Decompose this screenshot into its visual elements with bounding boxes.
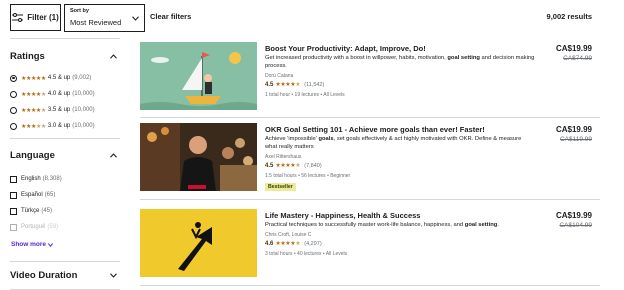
- star-rating-icon: ★★★★★: [275, 82, 301, 88]
- section-divider: [10, 38, 120, 39]
- star-rating-icon: ★★★★★: [275, 241, 301, 247]
- course-thumbnail: [140, 123, 257, 191]
- filter-sidebar: Ratings ★★★★★ 4.5 & up (9,002) ★★★★★ 4.0 & u…: [10, 38, 120, 290]
- course-instructor: Axel Rittershaus: [265, 154, 302, 160]
- course-description: Get increased productivity with a boost …: [265, 55, 535, 69]
- rating-option-label: 4.5 & up: [47, 75, 71, 81]
- rating-option-count: (9,002): [72, 75, 92, 81]
- checkbox[interactable]: [10, 175, 17, 183]
- course-card[interactable]: Life Mastery - Happiness, Health & Succe…: [140, 209, 600, 277]
- course-original-price: CA$74.99: [563, 55, 592, 62]
- rating-option[interactable]: ★★★★★ 4.5 & up (9,002): [10, 73, 91, 83]
- star-rating-icon: ★★★★★: [275, 163, 301, 169]
- filter-button[interactable]: Filter (1): [10, 4, 61, 31]
- chevron-up-icon[interactable]: [110, 153, 117, 158]
- filter-sliders-icon: [12, 13, 24, 22]
- rating-option[interactable]: ★★★★★ 3.5 & up (10,000): [10, 105, 95, 115]
- course-rating: 4.5 ★★★★★ (11,542): [265, 81, 325, 89]
- video-duration-section-title[interactable]: Video Duration: [10, 270, 77, 281]
- course-card[interactable]: Boost Your Productivity: Adapt, Improve,…: [140, 42, 600, 110]
- course-description: Achieve 'impossible' goals, set goals ef…: [265, 136, 522, 150]
- bestseller-badge: Bestseller: [265, 183, 296, 191]
- clear-filters-link[interactable]: Clear filters: [150, 12, 191, 21]
- language-option-label: English: [21, 176, 41, 182]
- rating-option-label: 3.0 & up: [47, 123, 71, 129]
- language-option[interactable]: Türkçe (45): [10, 206, 52, 216]
- star-rating-icon: ★★★★★: [21, 123, 46, 130]
- course-card[interactable]: OKR Goal Setting 101 - Achieve more goal…: [140, 123, 600, 191]
- chevron-down-icon[interactable]: [110, 273, 117, 278]
- ratings-section-title[interactable]: Ratings: [10, 51, 45, 62]
- course-title[interactable]: Boost Your Productivity: Adapt, Improve,…: [265, 44, 535, 54]
- course-meta: 1 total hour • 19 lectures • All Levels: [265, 92, 345, 98]
- chevron-down-icon: [48, 242, 54, 247]
- rating-option-count: (10,000): [72, 91, 95, 97]
- list-divider: [140, 199, 600, 200]
- course-instructor: Dorú Catana: [265, 73, 294, 79]
- language-option[interactable]: Portuguê (59): [10, 222, 58, 232]
- radio-button[interactable]: [10, 106, 17, 114]
- sort-select-label: Sort by: [70, 8, 89, 14]
- radio-button[interactable]: [10, 122, 17, 130]
- radio-button[interactable]: [10, 90, 17, 98]
- language-option-label: Portuguê: [21, 224, 46, 230]
- rating-option-count: (10,000): [72, 123, 95, 129]
- checkbox[interactable]: [10, 191, 17, 199]
- checkbox[interactable]: [10, 207, 17, 215]
- section-divider: [10, 261, 120, 262]
- star-rating-icon: ★★★★★: [21, 107, 46, 114]
- chevron-up-icon[interactable]: [110, 54, 117, 59]
- language-option-count: (65): [44, 192, 56, 198]
- course-price: CA$19.99: [555, 44, 592, 53]
- course-original-price: CA$119.99: [559, 136, 592, 143]
- rating-option-label: 4.0 & up: [47, 91, 71, 97]
- filter-button-label: Filter (1): [27, 13, 59, 22]
- top-toolbar: Filter (1) Sort by Most Reviewed Clear f…: [0, 0, 624, 38]
- section-divider: [10, 138, 120, 139]
- course-meta: 1.5 total hours • 56 lectures • Beginner: [265, 173, 351, 179]
- rating-option-label: 3.5 & up: [47, 107, 71, 113]
- language-option-count: (59): [47, 224, 59, 230]
- rating-option[interactable]: ★★★★★ 4.0 & up (10,000): [10, 89, 95, 99]
- radio-button[interactable]: [10, 74, 17, 82]
- star-rating-icon: ★★★★★: [21, 91, 46, 98]
- course-title[interactable]: Life Mastery - Happiness, Health & Succe…: [265, 211, 535, 221]
- language-section-title[interactable]: Language: [10, 150, 55, 161]
- course-thumbnail: [140, 209, 257, 277]
- language-option[interactable]: English (8,308): [10, 174, 62, 184]
- show-more-label: Show more: [11, 241, 47, 248]
- language-option-count: (45): [41, 208, 53, 214]
- course-description: Practical techniques to successfully mas…: [265, 222, 499, 228]
- course-price: CA$19.99: [555, 211, 592, 220]
- course-thumbnail: [140, 42, 257, 110]
- list-divider: [140, 285, 600, 286]
- results-count: 9,002 results: [546, 12, 592, 21]
- course-rating: 4.6 ★★★★★ (4,297): [265, 240, 322, 248]
- show-more-button[interactable]: Show more: [11, 241, 54, 248]
- rating-option[interactable]: ★★★★★ 3.0 & up (10,000): [10, 121, 95, 131]
- star-rating-icon: ★★★★★: [21, 75, 46, 82]
- language-option[interactable]: Español (65): [10, 190, 55, 200]
- language-option-count: (8,308): [42, 176, 62, 182]
- course-rating: 4.5 ★★★★★ (7,840): [265, 162, 322, 170]
- chevron-down-icon: [132, 16, 139, 21]
- sort-select-value: Most Reviewed: [70, 18, 122, 27]
- rating-option-count: (10,000): [72, 107, 95, 113]
- language-option-label: Español: [21, 192, 43, 198]
- course-title[interactable]: OKR Goal Setting 101 - Achieve more goal…: [265, 125, 535, 135]
- course-price: CA$19.99: [555, 125, 592, 134]
- language-option-label: Türkçe: [21, 208, 40, 214]
- list-divider: [140, 117, 600, 118]
- sort-select[interactable]: Sort by Most Reviewed: [64, 4, 145, 32]
- course-meta: 3 total hours • 40 lectures • All Levels: [265, 251, 348, 257]
- course-instructor: Chris Croft, Louise C: [265, 232, 312, 238]
- course-original-price: CA$104.99: [559, 222, 592, 229]
- checkbox[interactable]: [10, 223, 17, 231]
